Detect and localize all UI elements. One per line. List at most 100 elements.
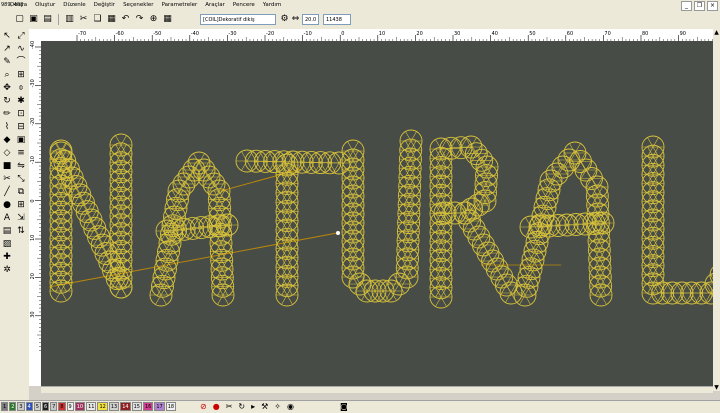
bezier-icon[interactable]: ∿ xyxy=(15,43,27,55)
scale-icon[interactable]: ⤡ xyxy=(15,173,27,185)
horizontal-scrollbar[interactable] xyxy=(41,386,713,393)
arrange-icon[interactable]: ⧉ xyxy=(15,186,27,198)
line-icon[interactable]: ╱ xyxy=(1,186,13,198)
rotate-icon[interactable]: ↻ xyxy=(1,95,13,107)
stitch-type-icon[interactable]: ⚙ xyxy=(279,14,290,25)
thread-swatch[interactable]: 17 xyxy=(154,402,165,411)
stitch-motif xyxy=(573,212,597,236)
align-icon[interactable]: ≡ xyxy=(15,147,27,159)
stitch-motif xyxy=(192,158,216,182)
scroll-up-icon[interactable]: ▲ xyxy=(713,29,720,36)
close-icon[interactable]: × xyxy=(707,1,718,11)
stitch-icon[interactable]: ✱ xyxy=(15,95,27,107)
no-entry-icon[interactable]: ⊘ xyxy=(200,402,207,412)
sequence-icon[interactable]: ⇅ xyxy=(15,225,27,237)
copy-icon[interactable]: ❏ xyxy=(92,14,103,25)
grid-icon[interactable]: ▦ xyxy=(162,14,173,25)
anchor-point[interactable] xyxy=(336,231,340,235)
measure-icon[interactable]: ⊞ xyxy=(15,69,27,81)
new-file-icon[interactable]: ▢ xyxy=(14,14,25,25)
thread-swatch[interactable]: 3 xyxy=(17,402,25,411)
thread-swatch[interactable]: 4 xyxy=(25,402,33,411)
ruler-tick-label: -40 xyxy=(30,41,36,49)
thread-swatch[interactable]: 2 xyxy=(9,402,17,411)
export-icon[interactable]: ⇲ xyxy=(15,212,27,224)
menu-item-options[interactable]: Seçenekler xyxy=(122,0,155,11)
select-arrow-icon[interactable]: ↖ xyxy=(1,30,13,42)
thread-swatch[interactable]: 1 xyxy=(1,402,9,411)
print-icon[interactable]: ▥ xyxy=(64,14,75,25)
table-icon[interactable]: ⊞ xyxy=(15,199,27,211)
thread-swatch[interactable]: 12 xyxy=(97,402,108,411)
save-icon[interactable]: ▤ xyxy=(42,14,53,25)
open-folder-icon[interactable]: ▣ xyxy=(28,14,39,25)
group-icon[interactable]: ▣ xyxy=(15,134,27,146)
menu-item-parameters[interactable]: Parametreler xyxy=(161,0,199,11)
magic-wand-icon[interactable]: ✧ xyxy=(274,402,281,412)
thread-swatch[interactable]: 10 xyxy=(74,402,86,411)
fill-icon[interactable]: ■ xyxy=(1,160,13,172)
redo-icon[interactable]: ↷ xyxy=(134,14,145,25)
curve-icon[interactable]: ⌒ xyxy=(15,56,27,68)
thread-swatch[interactable]: 16 xyxy=(142,402,154,411)
camera-icon[interactable]: ◙ xyxy=(340,402,348,412)
magnify-icon[interactable]: ⌕ xyxy=(1,69,13,81)
cut-icon[interactable]: ✂ xyxy=(78,14,89,25)
thread-swatch[interactable]: 5 xyxy=(33,402,41,411)
color-icon[interactable]: ● xyxy=(1,199,13,211)
text-icon[interactable]: A xyxy=(1,212,13,224)
restore-icon[interactable]: ❐ xyxy=(694,1,705,11)
menu-item-modify[interactable]: Değiştir xyxy=(93,0,116,11)
thread-swatch[interactable]: 14 xyxy=(120,402,131,411)
layers-icon[interactable]: ▤ xyxy=(1,225,13,237)
shape-icon[interactable]: ◆ xyxy=(1,134,13,146)
outline-icon[interactable]: ◇ xyxy=(1,147,13,159)
scroll-down-icon[interactable]: ▼ xyxy=(713,384,720,391)
mirror-icon[interactable]: ⇋ xyxy=(15,160,27,172)
eye-icon[interactable]: ◉ xyxy=(287,402,294,412)
undo-icon[interactable]: ↶ xyxy=(120,14,131,25)
image-icon[interactable]: ▨ xyxy=(1,238,13,250)
pan-icon[interactable]: ✥ xyxy=(1,82,13,94)
thread-swatch[interactable]: 6 xyxy=(41,402,50,411)
pencil-icon[interactable]: ✏ xyxy=(1,108,13,120)
horizontal-ruler-scale: -70 -60 -50 -40 -30 -20 -10 0 10 20 30 40 50 60 70 80 90 xyxy=(76,31,713,41)
thread-swatch[interactable]: 9 xyxy=(66,402,74,411)
thread-swatch[interactable]: 13 xyxy=(108,402,120,411)
reshape-icon[interactable]: ✎ xyxy=(1,56,13,68)
stitch-length-field[interactable]: 20.0 xyxy=(302,14,319,25)
minimize-icon[interactable]: _ xyxy=(681,1,692,11)
thread-swatch[interactable]: 18 xyxy=(165,402,177,411)
menu-item-edit[interactable]: Düzenle xyxy=(62,0,86,11)
vertical-scrollbar[interactable]: ▲ ▼ xyxy=(713,29,720,391)
menu-item-file[interactable]: Dosya xyxy=(9,0,28,11)
play-icon[interactable]: ▸ xyxy=(251,402,255,412)
eyedropper-icon[interactable]: ⌽ xyxy=(15,82,27,94)
zoom-icon[interactable]: ⊕ xyxy=(148,14,159,25)
menu-item-window[interactable]: Pencere xyxy=(232,0,256,11)
brush-icon[interactable]: ⌇ xyxy=(1,121,13,133)
tools-icon[interactable]: ⚒ xyxy=(261,402,268,412)
snap-icon[interactable]: ⊡ xyxy=(15,108,27,120)
thread-swatch[interactable]: 15 xyxy=(131,402,142,411)
settings-icon[interactable]: ✲ xyxy=(1,264,13,276)
scissors-icon[interactable]: ✂ xyxy=(226,402,233,412)
node-edit-icon[interactable]: ↗ xyxy=(1,43,13,55)
move-icon[interactable]: ✚ xyxy=(1,251,13,263)
stitch-pattern-select[interactable]: [COIL]Dekoratif dikiş xyxy=(200,14,276,25)
thread-swatch[interactable]: 11 xyxy=(86,402,97,411)
thread-swatch[interactable]: 7 xyxy=(50,402,58,411)
design-canvas[interactable] xyxy=(41,41,713,386)
knife-icon[interactable]: ✂ xyxy=(1,173,13,185)
menu-item-tools[interactable]: Araçlar xyxy=(204,0,226,11)
lasso-icon[interactable]: ⤢ xyxy=(15,30,27,42)
thread-swatch[interactable]: 8 xyxy=(58,402,66,411)
menu-item-create[interactable]: Oluştur xyxy=(34,0,56,11)
menu-item-help[interactable]: Yardım xyxy=(262,0,283,11)
stitch-count-field[interactable]: 11438 xyxy=(323,14,351,25)
paste-icon[interactable]: ▦ xyxy=(106,14,117,25)
stop-icon[interactable]: ● xyxy=(213,402,220,412)
split-icon[interactable]: ⊟ xyxy=(15,121,27,133)
length-icon[interactable]: ⇔ xyxy=(290,14,301,25)
refresh-icon[interactable]: ↻ xyxy=(238,402,245,412)
